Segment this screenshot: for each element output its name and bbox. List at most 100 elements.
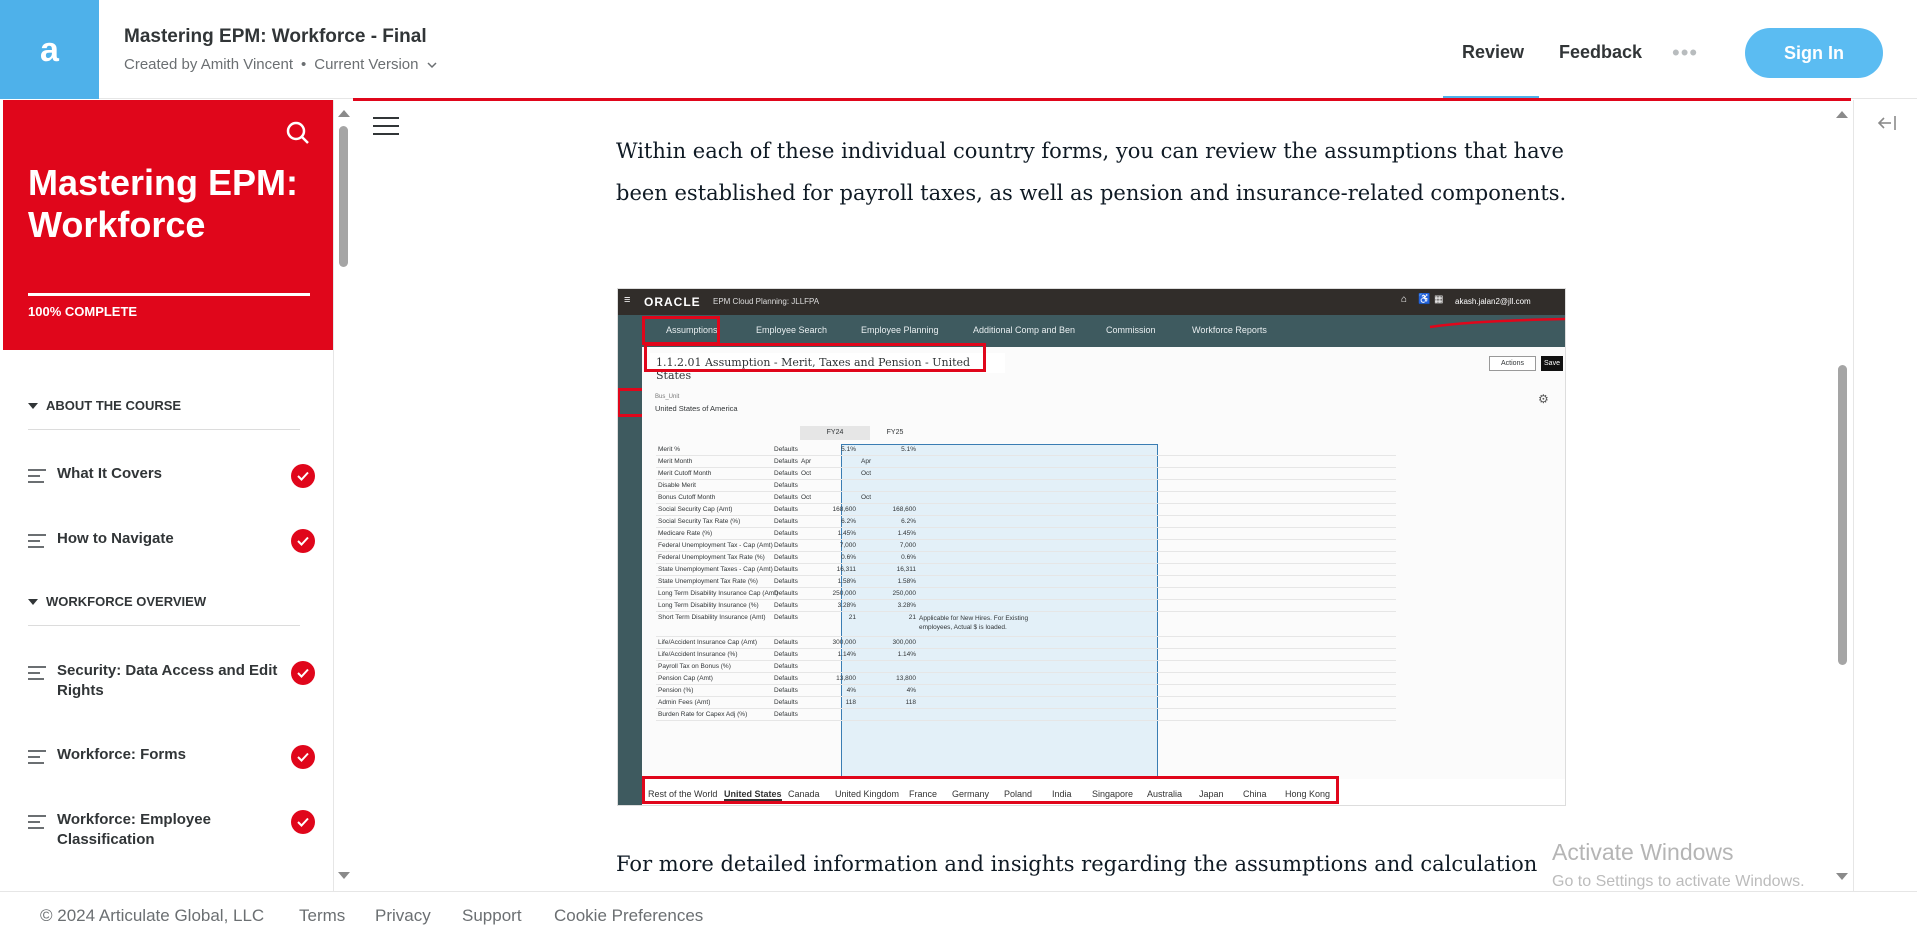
cookie-preferences-link[interactable]: Cookie Preferences [554, 906, 703, 926]
content-scrollbar-thumb[interactable] [1838, 365, 1847, 665]
red-annotation-stroke [1429, 317, 1565, 329]
grid-cell-fy24: 1.45% [837, 530, 856, 537]
sidebar-item-forms[interactable]: Workforce: Forms [28, 745, 318, 769]
lesson-lines-icon [28, 534, 46, 552]
course-sidebar: Mastering EPM: Workforce 100% COMPLETE A… [3, 100, 334, 891]
grid-row: Social Security Tax Rate (%) Defaults 6.2%… [656, 516, 1396, 528]
grid-cell-src: Defaults [774, 699, 798, 706]
scroll-down-arrow-icon[interactable] [1836, 873, 1848, 880]
grid-cell-note: Applicable for New Hires. For Existing e… [919, 615, 1029, 631]
lesson-lines-icon [28, 815, 46, 833]
col-header-fy24: FY24 [800, 426, 870, 440]
checkmark-icon [291, 661, 315, 685]
grid-cell-name: State Unemployment Taxes - Cap (Amt) [658, 566, 773, 573]
sidebar-scrollbar-thumb[interactable] [339, 126, 348, 267]
grid-cell-name: Social Security Tax Rate (%) [658, 518, 741, 525]
grid-cell-src: Defaults [774, 494, 798, 501]
caret-down-icon [28, 598, 38, 605]
grid-cell-src: Defaults [774, 542, 798, 549]
highlight-country-tabs [642, 776, 1339, 804]
created-by: Created by Amith Vincent [124, 56, 293, 73]
grid-cell-fy25: 1.58% [897, 578, 916, 585]
sidebar-item-what-it-covers[interactable]: What It Covers [28, 464, 318, 488]
grid-row: Payroll Tax on Bonus (%) Defaults [656, 661, 1396, 673]
sidebar-item-employee-classification[interactable]: Workforce: Employee Classification [28, 810, 318, 850]
sidebar-course-title: Mastering EPM: Workforce [28, 162, 299, 245]
sidebar-item-security[interactable]: Security: Data Access and Edit Rights [28, 661, 318, 701]
grid-row: State Unemployment Tax Rate (%) Defaults 1… [656, 576, 1396, 588]
privacy-link[interactable]: Privacy [375, 906, 431, 926]
grid-cell-fy24: 1.14% [837, 651, 856, 658]
lesson-label: What It Covers [57, 465, 163, 482]
more-options-icon[interactable]: ••• [1672, 40, 1698, 66]
grid-cell-src: Defaults [774, 578, 798, 585]
highlight-form-title [644, 343, 986, 372]
grid-cell-name: Merit % [658, 446, 681, 453]
articulate-logo[interactable]: a [0, 0, 99, 99]
scroll-up-arrow-icon[interactable] [338, 110, 350, 117]
grid-cell-name: Disable Merit [658, 482, 696, 489]
grid-cell-fy25: 0.6% [901, 554, 916, 561]
grid-cell-src: Defaults [774, 506, 798, 513]
grid-cell-fy25: Oct [861, 494, 872, 501]
grid-row: Burden Rate for Capex Adj (%) Defaults [656, 709, 1396, 721]
collapse-panel-icon[interactable] [1875, 113, 1899, 133]
lesson-progress-line [353, 98, 1851, 101]
grid-cell-src: Defaults [774, 446, 798, 453]
grid-cell-name: Pension (%) [658, 687, 694, 694]
grid-row: Social Security Cap (Amt) Defaults 168,600… [656, 504, 1396, 516]
section-workforce-overview[interactable]: WORKFORCE OVERVIEW [28, 594, 206, 609]
lesson-label: How to Navigate [57, 530, 174, 547]
oracle-top-bar: ≡ ORACLE EPM Cloud Planning: JLLFPA ⌂ ♿ … [618, 289, 1565, 315]
section-about-the-course[interactable]: ABOUT THE COURSE [28, 398, 181, 413]
version-selector[interactable]: Current Version [314, 56, 418, 73]
grid-cell-fy24: 6.2% [841, 518, 856, 525]
top-header: a Mastering EPM: Workforce - Final Creat… [0, 0, 1917, 99]
grid-row: Merit Cutoff Month Defaults Oct Oct [656, 468, 1396, 480]
course-progress-bar [28, 293, 310, 296]
grid-cell-fy25: Apr [861, 458, 872, 465]
grid-cell-fy25: Oct [861, 470, 872, 477]
sidebar-item-how-to-navigate[interactable]: How to Navigate [28, 529, 318, 553]
menu-icon: ≡ [624, 294, 631, 306]
grid-row: Long Term Disability Insurance Cap (Amt)… [656, 588, 1396, 600]
grid-cell-name: Federal Unemployment Tax Rate (%) [658, 554, 765, 561]
grid-cell-fy25: 21 [908, 614, 916, 621]
actions-button: Actions [1489, 356, 1536, 371]
page-footer: © 2024 Articulate Global, LLC Terms Priv… [0, 891, 1917, 937]
feedback-tab[interactable]: Feedback [1559, 42, 1642, 63]
lesson-label: Workforce: Forms [57, 746, 186, 763]
home-icon: ⌂ [1401, 294, 1408, 305]
sign-in-button[interactable]: Sign In [1745, 28, 1883, 78]
menu-icon[interactable] [373, 117, 399, 137]
chevron-down-icon[interactable] [427, 61, 437, 69]
course-meta: Created by Amith Vincent • Current Version [124, 56, 437, 73]
checkmark-icon [291, 529, 315, 553]
grid-cell-src: Defaults [774, 530, 798, 537]
terms-link[interactable]: Terms [299, 906, 345, 926]
course-progress-label: 100% COMPLETE [28, 304, 138, 319]
right-rail [1853, 100, 1917, 891]
grid-cell-fy24: Oct [801, 494, 812, 501]
separator-dot: • [300, 56, 307, 73]
lesson-lines-icon [28, 469, 46, 487]
grid-row: Bonus Cutoff Month Defaults Oct Oct [656, 492, 1396, 504]
search-icon[interactable] [285, 120, 311, 146]
grid-cell-fy25: 250,000 [892, 590, 917, 597]
grid-cell-fy24: 7,000 [839, 542, 856, 549]
grid-row: Federal Unemployment Tax Rate (%) Default… [656, 552, 1396, 564]
grid-cell-fy25: 7,000 [899, 542, 916, 549]
review-tab[interactable]: Review [1462, 42, 1524, 63]
col-header-fy25: FY25 [886, 429, 904, 436]
grid-cell-name: State Unemployment Tax Rate (%) [658, 578, 758, 585]
scroll-up-arrow-icon[interactable] [1836, 111, 1848, 118]
support-link[interactable]: Support [462, 906, 522, 926]
grid-cell-src: Defaults [774, 458, 798, 465]
grid-row: Disable Merit Defaults [656, 480, 1396, 492]
gear-icon: ⚙ [1538, 392, 1549, 406]
grid-cell-src: Defaults [774, 518, 798, 525]
grid-cell-fy24: 168,600 [832, 506, 857, 513]
scroll-down-arrow-icon[interactable] [338, 872, 350, 879]
apps-grid-icon: ▦ [1434, 294, 1444, 305]
grid-cell-fy24: 21 [848, 614, 856, 621]
